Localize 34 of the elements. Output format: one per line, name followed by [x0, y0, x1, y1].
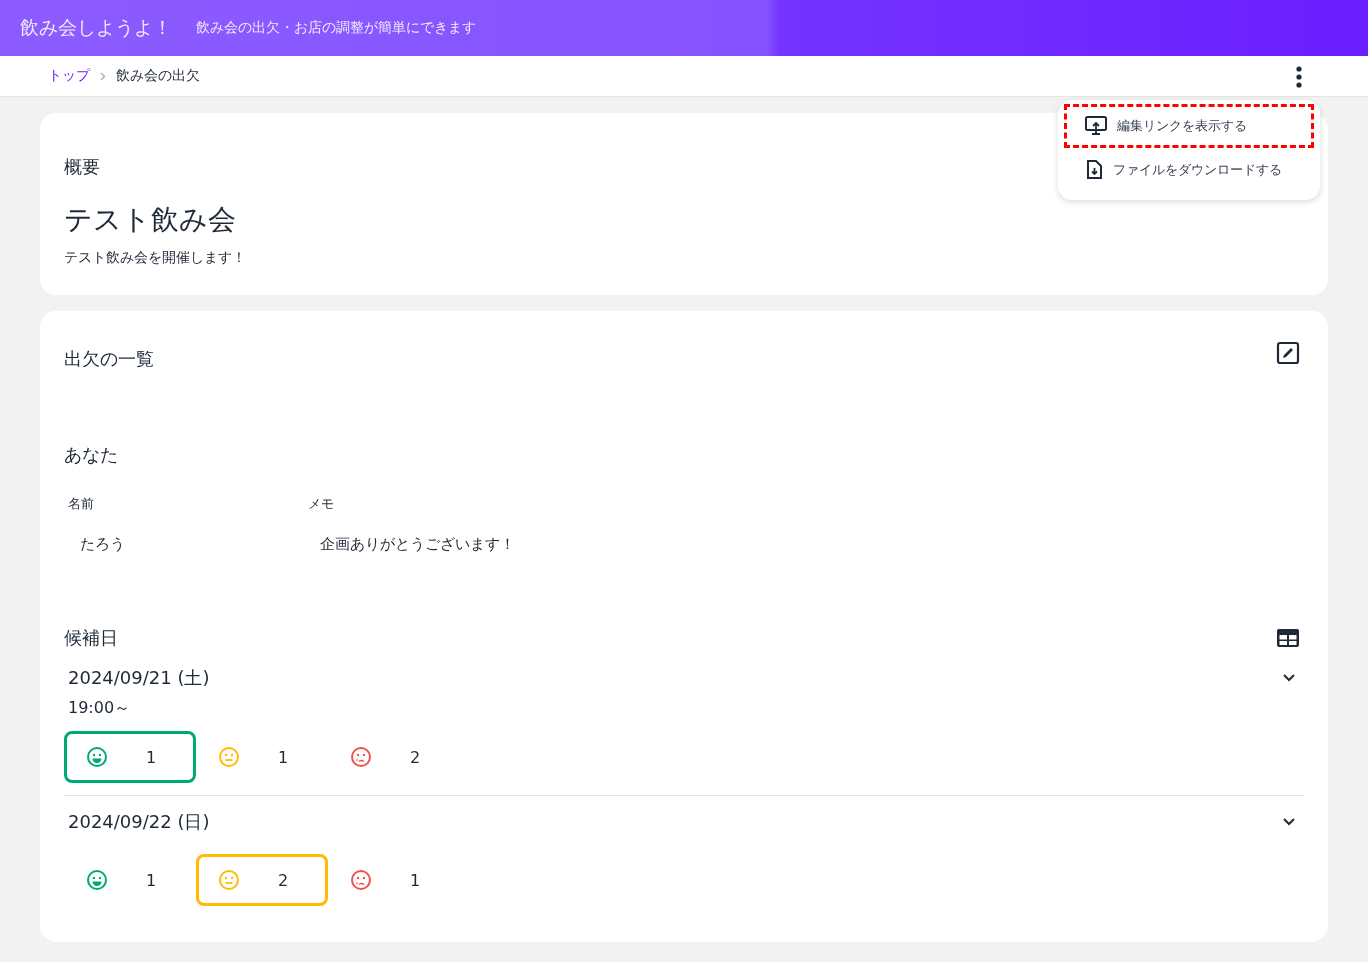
smiling-face-icon [86, 869, 108, 891]
response-count-button[interactable]: 2 [196, 854, 328, 906]
crying-face-icon [350, 869, 372, 891]
table-cell-text: たろう [79, 535, 126, 554]
table-cell-text: 企画ありがとうございます！ [319, 535, 516, 554]
section-heading: 出欠の一覧 [64, 347, 154, 371]
monitor-upload-icon [1085, 116, 1107, 136]
candidate-time: 19:00～ [68, 698, 132, 719]
subsection-heading: あなた [64, 443, 118, 467]
breadcrumb-current: 飲み会の出欠 [116, 67, 200, 85]
candidate-date: 2024/09/22 (日) [68, 810, 210, 834]
edit-icon [1276, 341, 1300, 365]
column-header: メモ [308, 495, 335, 513]
response-count-button[interactable]: 1 [64, 731, 196, 783]
event-title: テスト飲み会 [64, 202, 236, 238]
neutral-face-icon [218, 746, 240, 768]
app-title: 飲み会しようよ！ [20, 15, 172, 40]
neutral-face-icon [218, 869, 240, 891]
column-header: 名前 [68, 495, 95, 513]
chevron-right-icon [100, 71, 106, 81]
table-icon [1276, 628, 1300, 648]
app-subtitle: 飲み会の出欠・お店の調整が簡単にできます [196, 19, 476, 37]
chevron-down-icon[interactable] [1282, 817, 1296, 827]
chevron-down-icon[interactable] [1282, 673, 1296, 683]
smiling-face-icon [86, 746, 108, 768]
subsection-heading: 候補日 [64, 626, 118, 650]
breadcrumb-link[interactable]: トップ [48, 67, 90, 85]
menu-item[interactable]: 編集リンクを表示する [1064, 104, 1314, 148]
vertical-dots-icon [1296, 66, 1302, 88]
section-heading: 概要 [64, 155, 100, 179]
event-description: テスト飲み会を開催します！ [64, 249, 246, 267]
file-download-icon [1085, 160, 1103, 180]
crying-face-icon [350, 746, 372, 768]
candidate-date: 2024/09/21 (土) [68, 666, 210, 690]
